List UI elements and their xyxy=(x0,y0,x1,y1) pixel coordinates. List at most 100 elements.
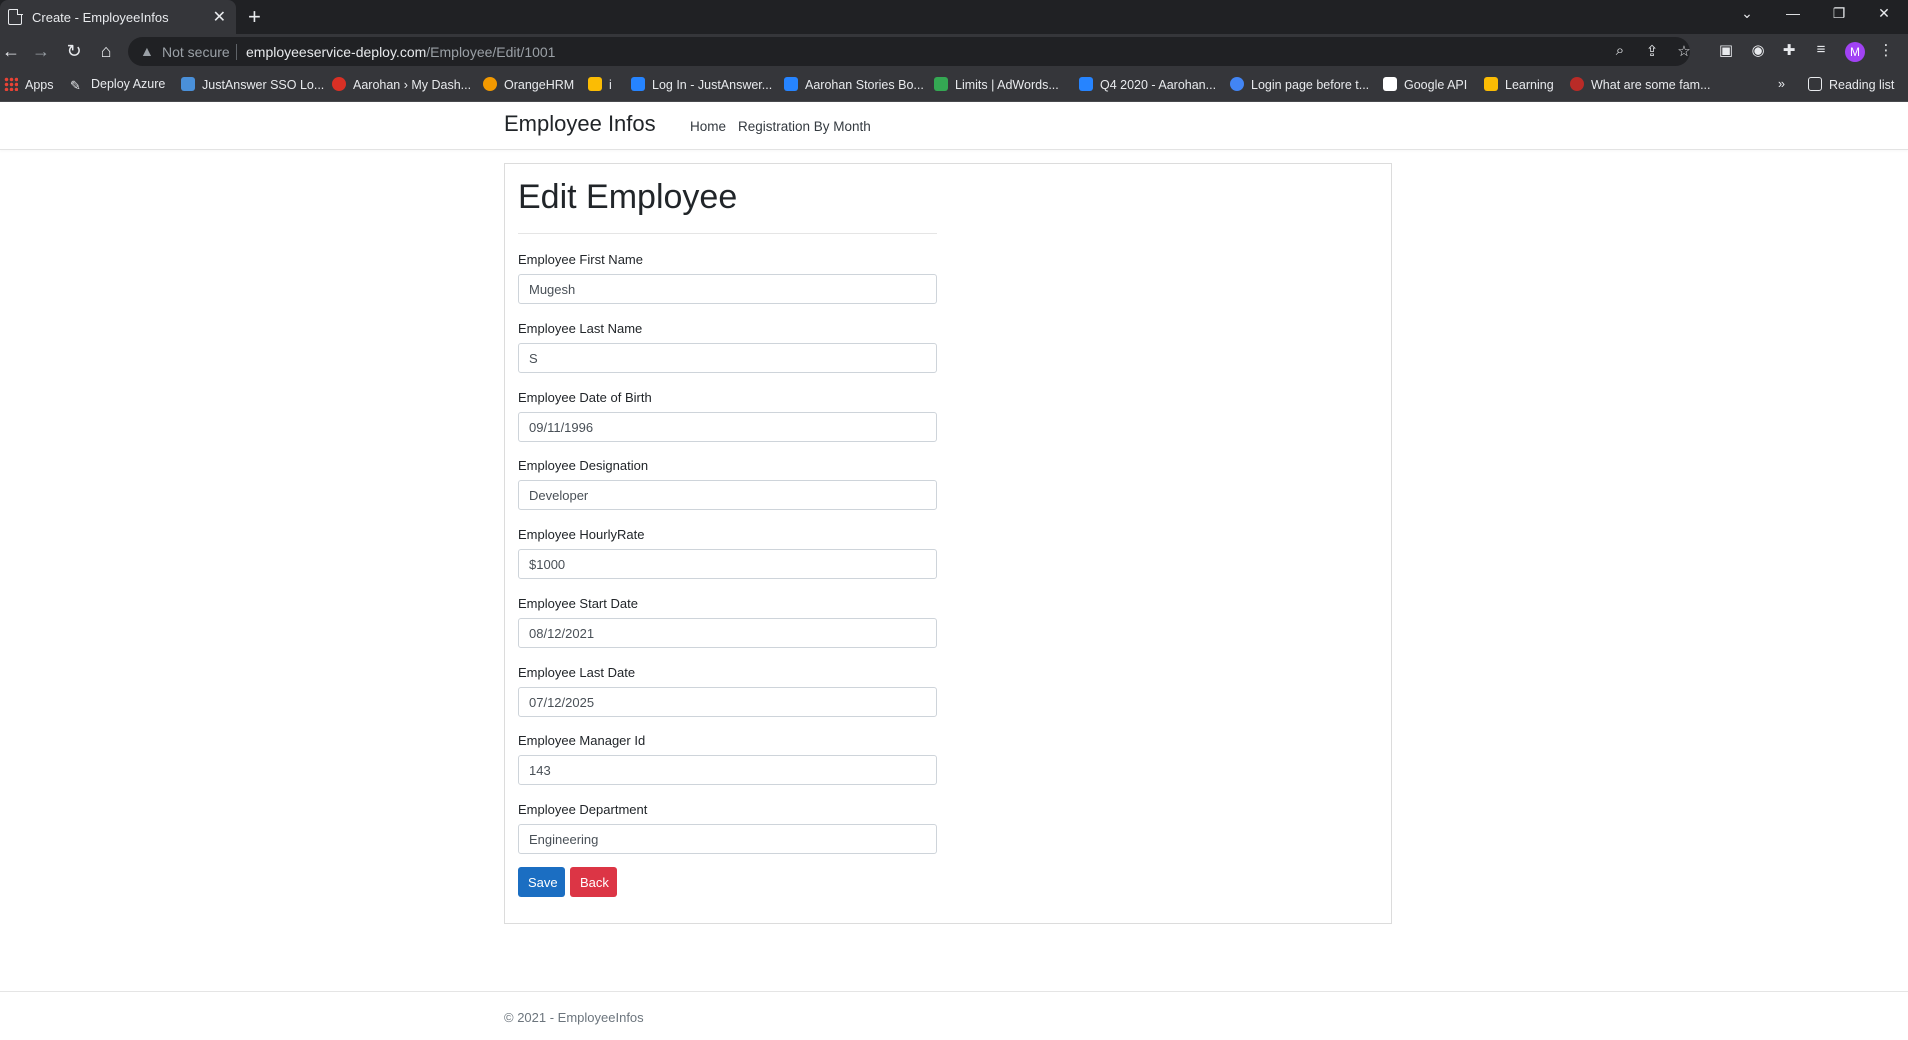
drive-icon xyxy=(588,77,602,91)
url-host: employeeservice-deploy.com xyxy=(246,44,427,60)
bookmark-label: Limits | AdWords... xyxy=(955,78,1059,92)
google-api-icon xyxy=(1383,77,1397,91)
save-button[interactable]: Save xyxy=(518,867,565,897)
reading-list[interactable]: Reading list xyxy=(1808,77,1894,92)
last-name-input[interactable] xyxy=(518,343,937,373)
bookmark-item[interactable]: JustAnswer SSO Lo... xyxy=(181,77,324,92)
bookmark-item[interactable]: ✎ Deploy Azure xyxy=(70,77,166,93)
not-secure-label[interactable]: Not secure xyxy=(162,44,230,60)
orangehrm-icon xyxy=(483,77,497,91)
forward-arrow-icon[interactable]: → xyxy=(30,40,52,62)
tab-title: Create - EmployeeInfos xyxy=(32,10,169,25)
hourly-rate-input[interactable] xyxy=(518,549,937,579)
title-divider xyxy=(518,233,937,234)
justanswer-icon xyxy=(181,77,195,91)
page-favicon-icon xyxy=(8,8,23,25)
reload-icon[interactable]: ↻ xyxy=(63,40,85,62)
back-arrow-icon[interactable]: ← xyxy=(0,40,22,62)
last-date-label: Employee Last Date xyxy=(518,665,636,680)
folder-icon xyxy=(1484,77,1498,91)
browser-toolbar: ← → ↻ ⌂ ▲ Not secure employeeservice-dep… xyxy=(0,34,1908,69)
edit-employee-card: Edit Employee Employee First Name Employ… xyxy=(504,163,1392,924)
address-bar[interactable]: ▲ Not secure employeeservice-deploy.com/… xyxy=(128,37,1691,66)
reading-list-icon xyxy=(1808,77,1822,91)
footer-divider xyxy=(0,991,1908,992)
bookmark-item[interactable]: Learning xyxy=(1484,77,1554,92)
back-button[interactable]: Back xyxy=(570,867,617,897)
browser-tab[interactable]: Create - EmployeeInfos ✕ xyxy=(0,0,236,34)
nav-home-link[interactable]: Home xyxy=(690,119,726,134)
manager-id-input[interactable] xyxy=(518,755,937,785)
start-date-label: Employee Start Date xyxy=(518,596,638,611)
bookmarks-bar: Apps ✎ Deploy Azure JustAnswer SSO Lo... … xyxy=(0,69,1908,102)
bookmark-star-icon[interactable]: ☆ xyxy=(1674,42,1694,60)
bookmark-label: Learning xyxy=(1505,78,1554,92)
bookmark-item[interactable]: Aarohan › My Dash... xyxy=(332,77,471,92)
bookmark-label: Deploy Azure xyxy=(91,77,166,91)
bookmark-label: Google API xyxy=(1404,78,1468,92)
tab-close-icon[interactable]: ✕ xyxy=(213,7,226,27)
last-date-input[interactable] xyxy=(518,687,937,717)
last-name-label: Employee Last Name xyxy=(518,321,643,336)
bookmark-item[interactable]: Login page before t... xyxy=(1230,77,1369,92)
home-icon[interactable]: ⌂ xyxy=(95,40,117,62)
designation-input[interactable] xyxy=(518,480,937,510)
pencil-icon: ✎ xyxy=(70,78,81,93)
start-date-input[interactable] xyxy=(518,618,937,648)
hourly-rate-label: Employee HourlyRate xyxy=(518,527,645,542)
bookmark-label: What are some fam... xyxy=(1591,78,1711,92)
shield-extension-icon[interactable]: ◉ xyxy=(1748,41,1768,59)
bookmark-item[interactable]: Google API xyxy=(1383,77,1467,92)
more-bookmarks-icon[interactable]: » xyxy=(1778,77,1785,91)
new-tab-button[interactable]: + xyxy=(248,4,261,30)
bookmark-item[interactable]: Limits | AdWords... xyxy=(934,77,1059,92)
adwords-icon xyxy=(934,77,948,91)
url-path: /Employee/Edit/1001 xyxy=(426,44,556,60)
confluence-icon xyxy=(784,77,798,91)
bookmark-label: Aarohan Stories Bo... xyxy=(805,78,924,92)
bookmark-label: Q4 2020 - Aarohan... xyxy=(1100,78,1217,92)
cast-extension-icon[interactable]: ▣ xyxy=(1716,41,1736,59)
bookmark-item[interactable]: OrangeHRM xyxy=(483,77,574,92)
extensions-puzzle-icon[interactable]: ✚ xyxy=(1779,41,1799,59)
share-icon[interactable]: ⇪ xyxy=(1642,42,1662,60)
date-of-birth-input[interactable] xyxy=(518,412,937,442)
media-queue-icon[interactable]: ≡ xyxy=(1811,41,1831,58)
restore-icon[interactable]: ❐ xyxy=(1827,5,1851,22)
minimize-icon[interactable]: — xyxy=(1781,5,1805,21)
zoom-search-icon[interactable]: ⌕ xyxy=(1610,42,1630,59)
nav-registration-link[interactable]: Registration By Month xyxy=(738,119,871,134)
address-divider xyxy=(236,44,237,60)
jira-icon xyxy=(1079,77,1093,91)
reading-list-label: Reading list xyxy=(1829,78,1895,92)
bookmark-item[interactable]: What are some fam... xyxy=(1570,77,1710,92)
brand-link[interactable]: Employee Infos xyxy=(504,111,656,137)
profile-avatar[interactable]: M xyxy=(1845,42,1865,62)
department-label: Employee Department xyxy=(518,802,648,817)
tab-search-icon[interactable]: ⌄ xyxy=(1735,5,1759,22)
bookmark-apps[interactable]: Apps xyxy=(4,77,54,92)
globe-icon xyxy=(1230,77,1244,91)
footer-text: © 2021 - EmployeeInfos xyxy=(504,1010,644,1025)
bookmark-item[interactable]: Log In - JustAnswer... xyxy=(631,77,772,92)
chrome-menu-icon[interactable]: ⋮ xyxy=(1876,41,1896,59)
bookmark-item[interactable]: i xyxy=(588,77,612,92)
first-name-label: Employee First Name xyxy=(518,252,643,267)
date-of-birth-label: Employee Date of Birth xyxy=(518,390,652,405)
site-navbar: Employee Infos Home Registration By Mont… xyxy=(0,102,1908,150)
bookmark-item[interactable]: Q4 2020 - Aarohan... xyxy=(1079,77,1216,92)
bookmark-label: Aarohan › My Dash... xyxy=(353,78,472,92)
bookmark-item[interactable]: Aarohan Stories Bo... xyxy=(784,77,924,92)
manager-id-label: Employee Manager Id xyxy=(518,733,646,748)
quora-icon xyxy=(1570,77,1584,91)
bookmark-label: Apps xyxy=(25,78,54,92)
bookmark-label: JustAnswer SSO Lo... xyxy=(202,78,325,92)
apps-grid-icon xyxy=(4,77,18,91)
url-text[interactable]: employeeservice-deploy.com/Employee/Edit… xyxy=(246,44,555,60)
department-input[interactable] xyxy=(518,824,937,854)
bookmark-label: Login page before t... xyxy=(1251,78,1370,92)
first-name-input[interactable] xyxy=(518,274,937,304)
window-close-icon[interactable]: ✕ xyxy=(1872,5,1896,22)
warning-icon[interactable]: ▲ xyxy=(140,43,154,59)
designation-label: Employee Designation xyxy=(518,458,649,473)
